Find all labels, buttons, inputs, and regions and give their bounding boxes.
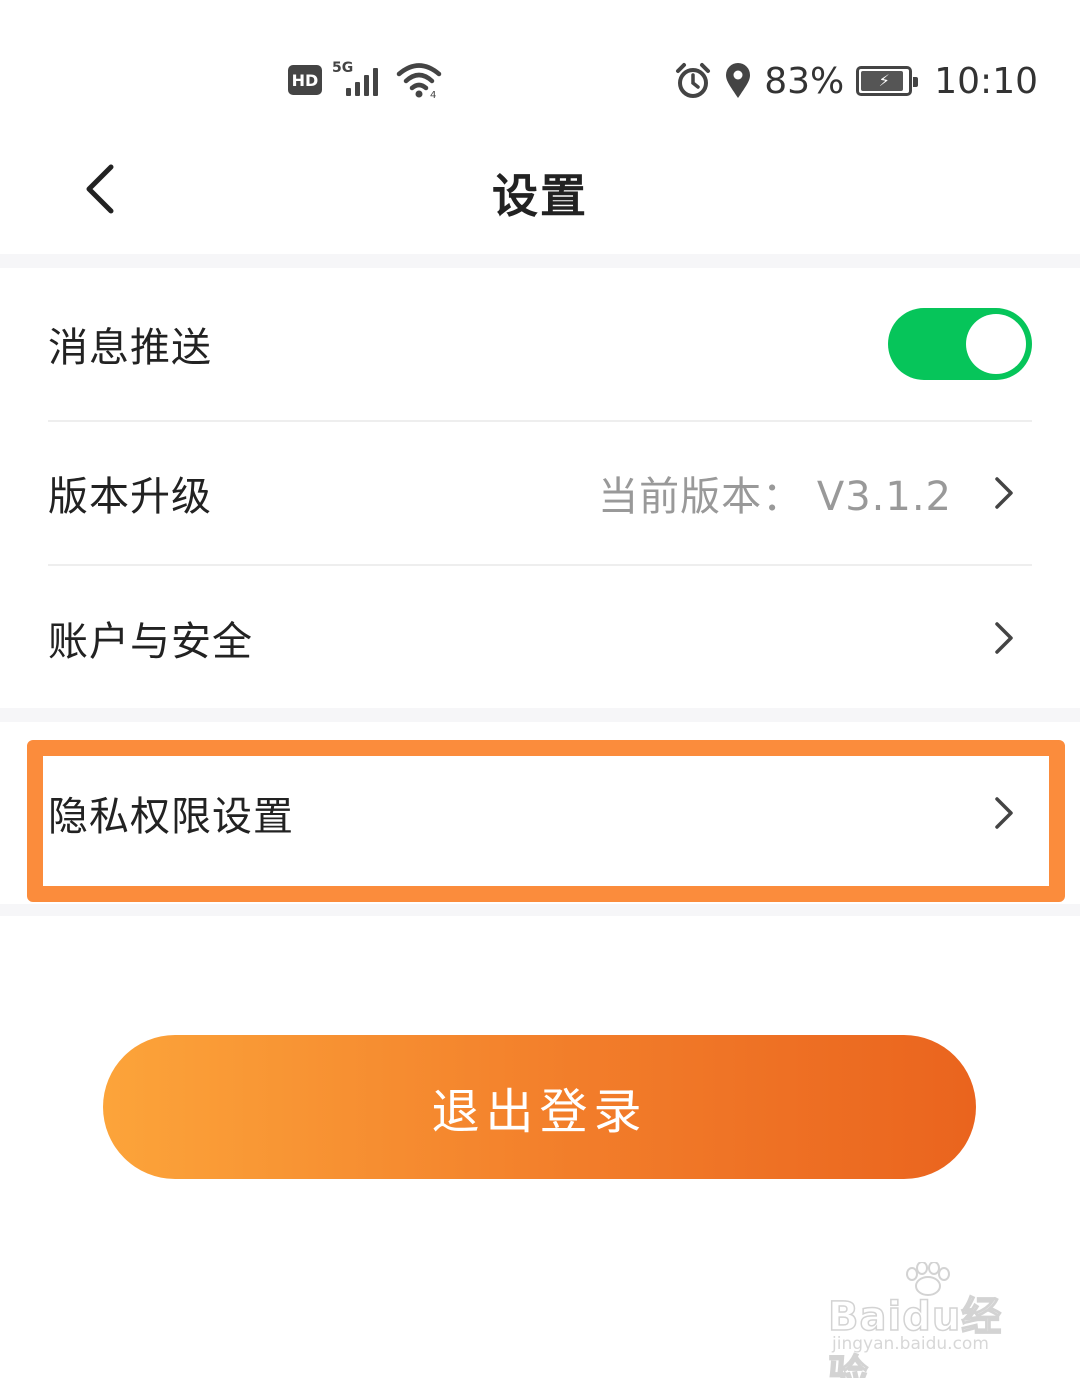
settings-row-account[interactable]: 账户与安全 — [48, 566, 1032, 710]
chevron-right-icon — [990, 473, 1018, 513]
signal-5g-icon: 5G — [332, 60, 386, 100]
alarm-icon — [676, 63, 711, 98]
current-version-value: 当前版本： V3.1.2 — [598, 474, 952, 520]
version-label: 版本升级 — [48, 474, 212, 520]
hd-icon: HD — [288, 65, 322, 95]
wifi-icon: 4 — [396, 63, 442, 99]
section-gap — [0, 904, 1080, 916]
section-gap — [0, 254, 1080, 268]
logout-button[interactable]: 退出登录 — [103, 1035, 976, 1179]
location-icon — [726, 63, 751, 98]
chevron-right-icon — [990, 618, 1018, 658]
watermark-url: jingyan.baidu.com — [832, 1334, 989, 1354]
status-time: 10:10 — [934, 60, 1038, 102]
section-gap — [0, 708, 1080, 722]
battery-charging-icon: ⚡ — [856, 66, 919, 96]
chevron-right-icon — [990, 793, 1018, 833]
battery-percent: 83% — [764, 60, 845, 102]
settings-group-privacy: 隐私权限设置 — [0, 722, 1080, 904]
nav-bar: 设置 — [0, 130, 1080, 254]
status-left-icons: HD 5G 4 — [288, 60, 442, 100]
status-right-icons: 83% ⚡ 10:10 — [674, 58, 1038, 104]
settings-row-privacy[interactable]: 隐私权限设置 — [48, 722, 1032, 904]
settings-row-push: 消息推送 — [48, 268, 1032, 422]
toggle-knob — [966, 314, 1026, 374]
settings-row-version[interactable]: 版本升级 当前版本： V3.1.2 — [48, 422, 1032, 566]
page-title: 设置 — [492, 169, 588, 223]
baidu-jingyan-watermark: Baidu经验 jingyan.baidu.com — [827, 1262, 1028, 1378]
account-label: 账户与安全 — [48, 619, 253, 665]
watermark-brand: Baidu经验 — [827, 1293, 1003, 1378]
push-toggle[interactable] — [888, 308, 1032, 380]
push-label: 消息推送 — [48, 325, 212, 371]
svg-text:4: 4 — [430, 90, 436, 99]
privacy-label: 隐私权限设置 — [48, 794, 294, 840]
settings-group-main: 消息推送 版本升级 当前版本： V3.1.2 账户与安全 — [0, 268, 1080, 708]
status-bar: HD 5G 4 83% ⚡ 10:10 — [0, 0, 1080, 130]
